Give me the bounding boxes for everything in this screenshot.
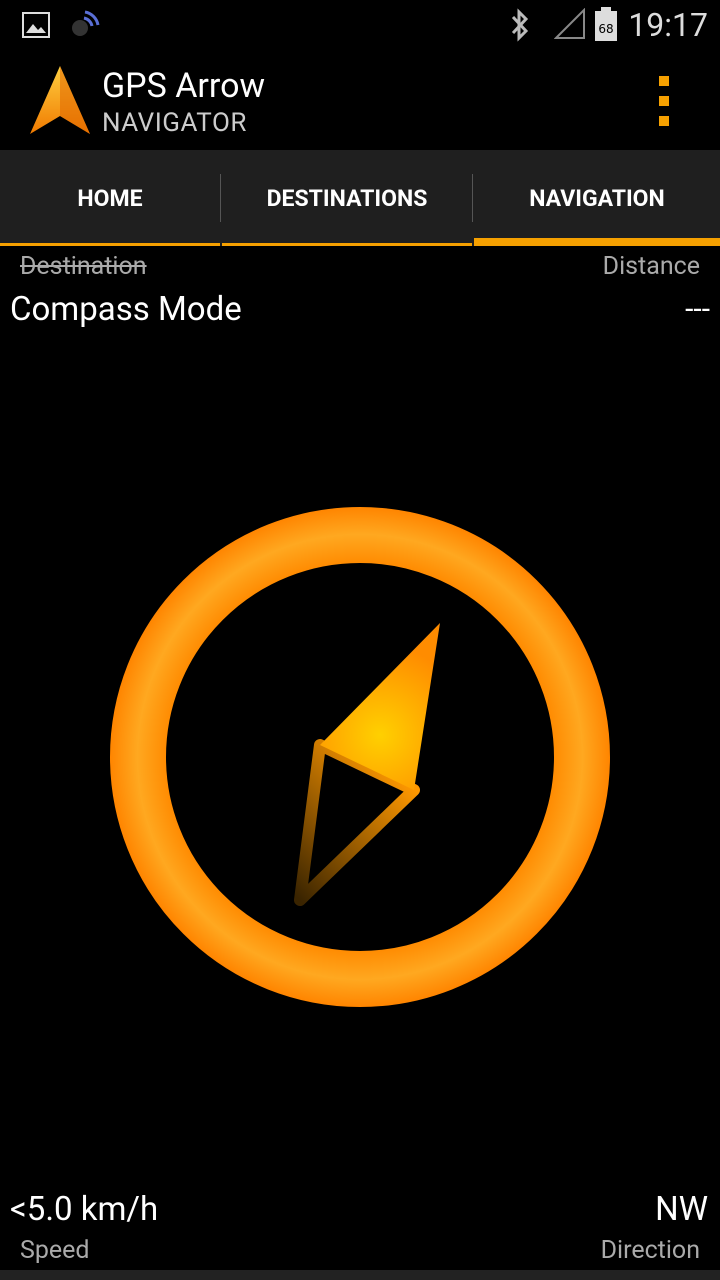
bluetooth-icon (511, 8, 529, 42)
tab-destinations-indicator (222, 243, 472, 246)
image-icon (22, 12, 50, 38)
compass-needle-head (320, 623, 440, 790)
battery-level: 68 (598, 22, 613, 36)
status-bar: 68 19:17 (0, 0, 720, 50)
speed-value: <5.0 km/h (10, 1190, 159, 1229)
battery-icon: 68 (595, 7, 617, 41)
direction-label: Direction (600, 1236, 700, 1265)
tab-home-indicator (0, 243, 220, 246)
compass-dial (110, 507, 610, 1007)
app-bar: GPS Arrow NAVIGATOR (0, 50, 720, 150)
app-title: GPS Arrow (102, 66, 266, 106)
app-subtitle: NAVIGATOR (102, 108, 247, 138)
tab-home-label: HOME (77, 184, 143, 212)
tab-destinations[interactable]: DESTINATIONS (222, 150, 472, 246)
tab-navigation-label: NAVIGATION (529, 184, 665, 212)
destination-label: Destination (20, 252, 147, 281)
overflow-menu-icon[interactable] (650, 76, 678, 126)
distance-label: Distance (602, 252, 700, 281)
tab-divider (472, 174, 473, 222)
status-time: 19:17 (628, 6, 708, 44)
tab-destinations-label: DESTINATIONS (266, 184, 428, 212)
orange-arrow-icon[interactable] (28, 64, 92, 136)
signal-wave-icon (72, 10, 100, 36)
tab-navigation[interactable]: NAVIGATION (474, 150, 720, 246)
speed-label: Speed (20, 1236, 90, 1265)
distance-value: --- (685, 292, 710, 327)
tab-navigation-indicator (474, 238, 720, 246)
direction-value: NW (655, 1190, 708, 1229)
cell-signal-icon (554, 8, 585, 39)
tab-home[interactable]: HOME (0, 150, 220, 246)
tab-bar: HOME DESTINATIONS NAVIGATION (0, 150, 720, 246)
tab-divider (220, 174, 221, 222)
bottom-bar (0, 1270, 720, 1280)
mode-value: Compass Mode (10, 290, 242, 329)
